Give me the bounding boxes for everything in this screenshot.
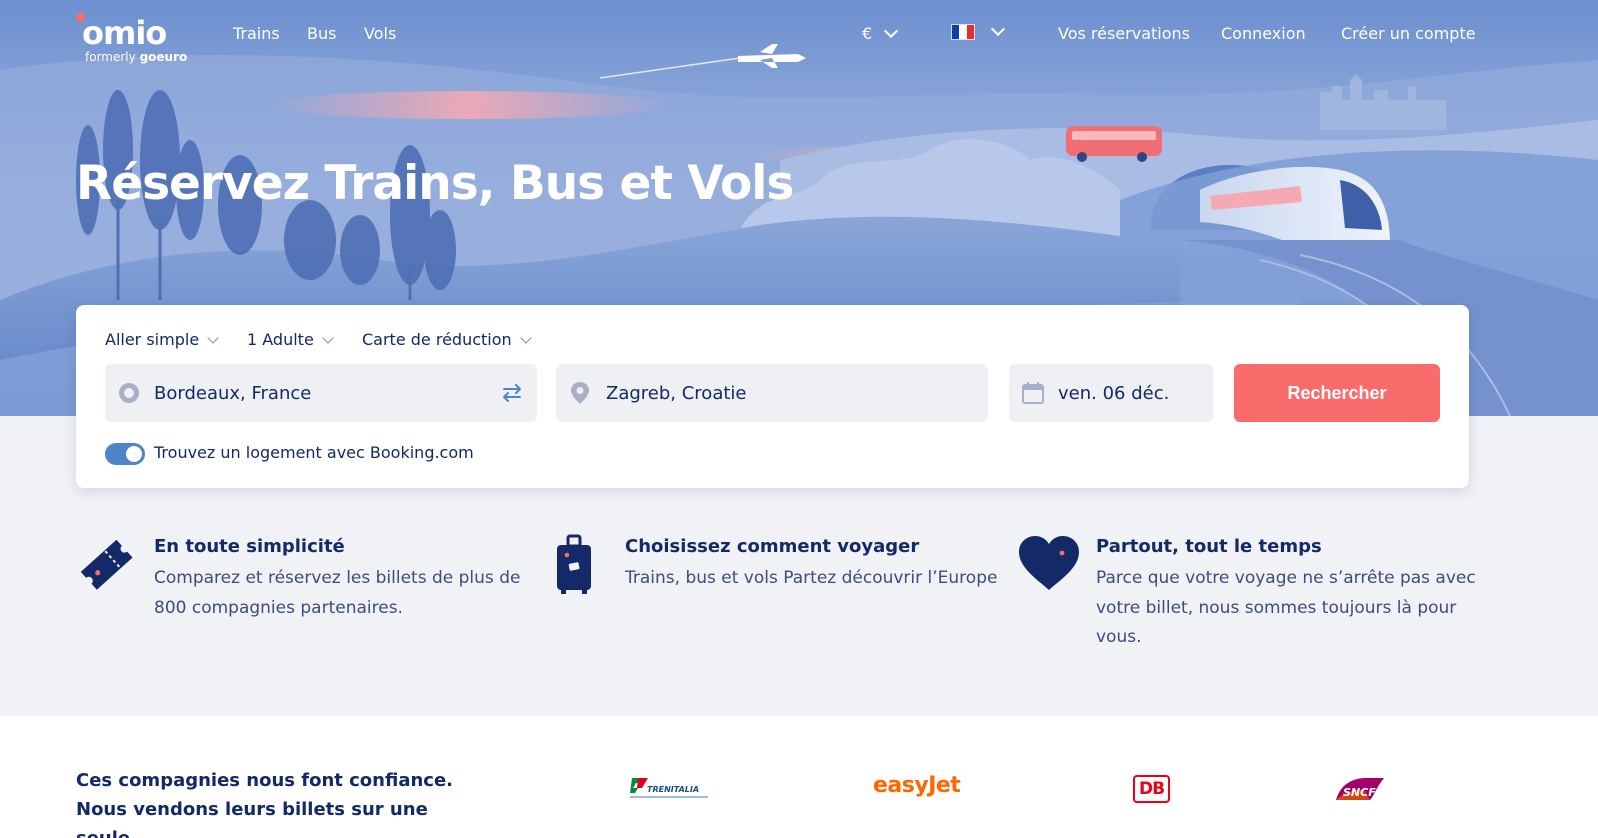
toggle-knob	[126, 446, 142, 462]
search-card: Aller simple 1 Adulte Carte de réduction…	[76, 305, 1469, 488]
language-selector[interactable]	[951, 21, 1006, 40]
logo-formerly: formerly	[85, 50, 136, 64]
partners-section: Ces compagnies nous font confiance. Nous…	[0, 716, 1598, 838]
trenitalia-logo: TRENITALIA	[630, 778, 708, 798]
nav-trains[interactable]: Trains	[233, 24, 280, 43]
easyjet-logo: easyJet	[873, 773, 961, 798]
nav-bus[interactable]: Bus	[307, 24, 336, 43]
feature-text: Parce que votre voyage ne s’arrête pas a…	[1096, 568, 1476, 647]
feature-text: Trains, bus et vols Partez découvrir l’E…	[625, 568, 998, 588]
chevron-down-icon	[207, 331, 219, 344]
suitcase-icon	[557, 534, 591, 594]
chevron-down-icon	[519, 331, 532, 344]
feature-text: Comparez et réservez les billets de plus…	[154, 568, 521, 618]
nav-vols[interactable]: Vols	[364, 24, 396, 43]
date-value: ven. 06 déc.	[1058, 382, 1170, 404]
chevron-down-icon	[322, 331, 334, 344]
currency-selector[interactable]: €	[862, 23, 899, 43]
origin-circle-icon	[119, 383, 139, 403]
booking-toggle[interactable]	[105, 443, 145, 465]
booking-toggle-label: Trouvez un logement avec Booking.com	[154, 443, 474, 462]
logo-wordmark: omio	[82, 14, 167, 52]
ticket-icon	[80, 539, 133, 590]
feature-title: Partout, tout le temps	[1096, 536, 1322, 557]
passengers-dropdown[interactable]: 1 Adulte	[247, 330, 334, 349]
logo-former-name: goeuro	[139, 50, 188, 64]
trip-type-label: Aller simple	[105, 330, 200, 349]
chevron-down-icon	[990, 21, 1006, 37]
currency-label: €	[862, 24, 873, 43]
discount-card-label: Carte de réduction	[362, 330, 512, 349]
nav-my-bookings[interactable]: Vos réservations	[1058, 24, 1190, 43]
feature-title: En toute simplicité	[154, 536, 345, 557]
hero-title: Réservez Trains, Bus et Vols	[76, 156, 794, 211]
swap-icon[interactable]	[499, 380, 525, 406]
sncf-label: SNCF	[1343, 786, 1376, 799]
destination-input[interactable]: Zagreb, Croatie	[556, 364, 988, 422]
passengers-label: 1 Adulte	[247, 330, 314, 349]
omio-logo[interactable]: omio formerly goeuro	[76, 12, 196, 68]
search-button[interactable]: Rechercher	[1234, 364, 1440, 422]
partners-headline: Ces compagnies nous font confiance. Nous…	[76, 770, 454, 838]
departure-input[interactable]: Bordeaux, France	[105, 364, 537, 422]
calendar-icon	[1022, 382, 1044, 404]
trip-type-dropdown[interactable]: Aller simple	[105, 330, 219, 349]
trenitalia-label: TRENITALIA	[647, 785, 699, 794]
sncf-logo: SNCF	[1336, 778, 1384, 800]
chevron-down-icon	[884, 23, 899, 38]
db-logo: DB	[1133, 775, 1170, 803]
nav-signup[interactable]: Créer un compte	[1341, 24, 1476, 43]
departure-value: Bordeaux, France	[154, 382, 312, 404]
location-pin-icon	[571, 382, 589, 404]
nav-login[interactable]: Connexion	[1221, 24, 1306, 43]
date-picker[interactable]: ven. 06 déc.	[1009, 364, 1213, 422]
heart-icon	[1019, 536, 1079, 590]
fr-flag-icon	[951, 24, 975, 40]
feature-title: Choisissez comment voyager	[625, 536, 920, 557]
destination-value: Zagreb, Croatie	[606, 382, 747, 404]
logo-subtitle: formerly goeuro	[85, 50, 187, 64]
discount-card-dropdown[interactable]: Carte de réduction	[362, 330, 532, 349]
